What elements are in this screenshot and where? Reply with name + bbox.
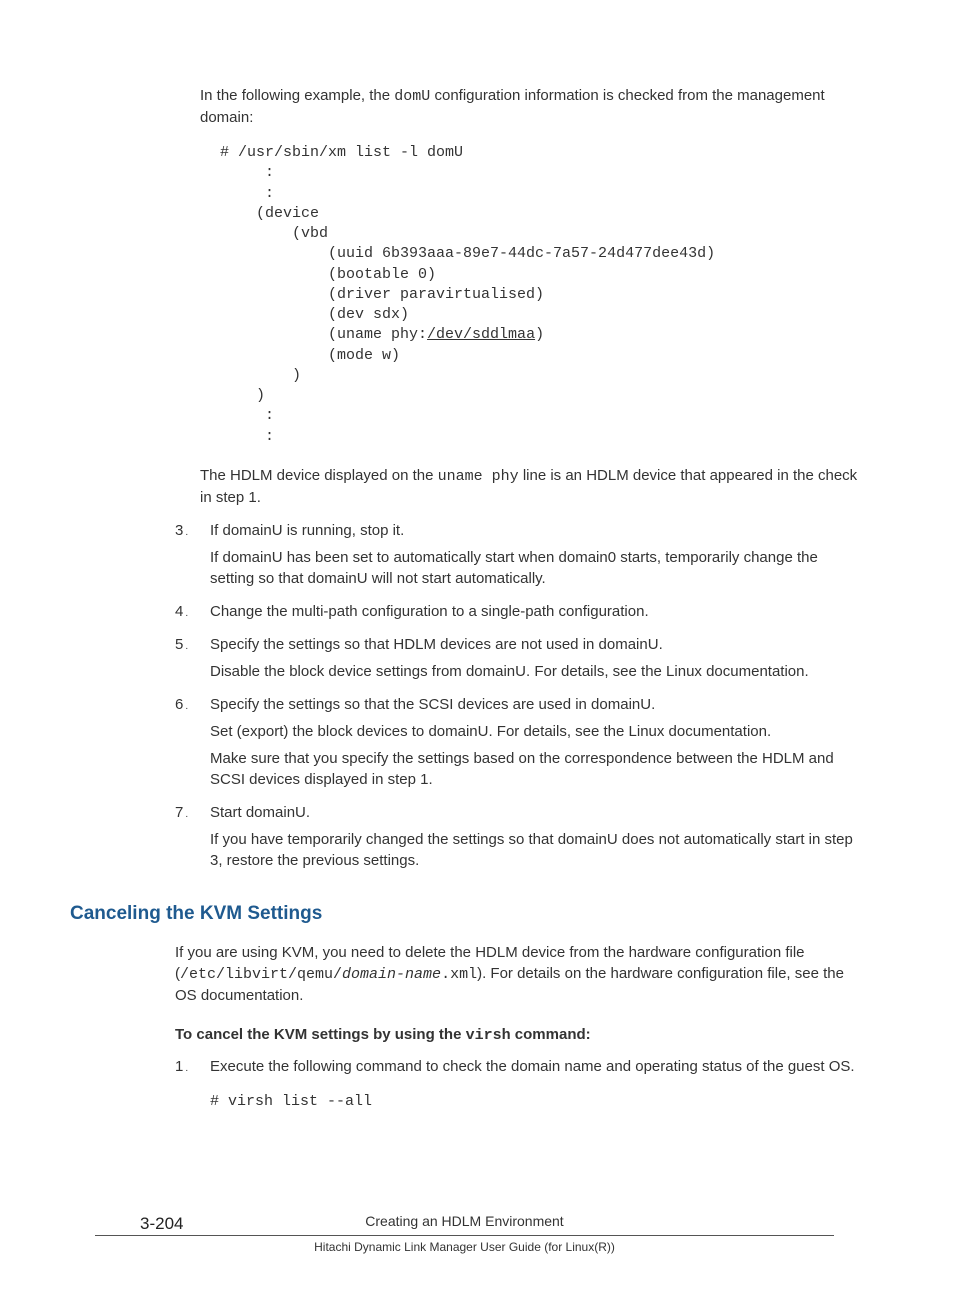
kvm-intro-paragraph: If you are using KVM, you need to delete…: [175, 942, 859, 1006]
step-text: Start domainU.: [210, 802, 859, 823]
text: The HDLM device displayed on the: [200, 467, 438, 484]
step-text: Set (export) the block devices to domain…: [210, 721, 859, 742]
step-text: Specify the settings so that HDLM device…: [210, 634, 859, 655]
text: In the following example, the: [200, 87, 394, 104]
footer: 3-204 Creating an HDLM Environment Hitac…: [70, 1212, 859, 1255]
step-7: 7 Start domainU. If you have temporarily…: [175, 802, 859, 871]
step-text: If domainU is running, stop it.: [210, 520, 859, 541]
step-text: Execute the following command to check t…: [210, 1056, 859, 1077]
text: To cancel the KVM settings by using the: [175, 1026, 466, 1043]
step-number: 4: [175, 601, 188, 622]
footer-subtitle: Hitachi Dynamic Link Manager User Guide …: [70, 1236, 859, 1256]
step-text: If domainU has been set to automatically…: [210, 547, 859, 589]
footer-title: Creating an HDLM Environment: [70, 1212, 859, 1232]
step-number: 7: [175, 802, 188, 823]
step-number: 1: [175, 1056, 188, 1077]
step-text: Disable the block device settings from d…: [210, 661, 859, 682]
step-text: Make sure that you specify the settings …: [210, 748, 859, 790]
step-3: 3 If domainU is running, stop it. If dom…: [175, 520, 859, 589]
step-5: 5 Specify the settings so that HDLM devi…: [175, 634, 859, 682]
inline-code: domU: [394, 88, 430, 105]
inline-code: uname phy: [438, 468, 519, 485]
code-text: # /usr/sbin/xm list -l domU : : (device …: [220, 144, 715, 343]
step-text: Specify the settings so that the SCSI de…: [210, 694, 859, 715]
code-underline-path: /dev/sddlmaa: [427, 326, 535, 343]
after-code-paragraph: The HDLM device displayed on the uname p…: [200, 465, 859, 508]
page-number: 3-204: [140, 1212, 183, 1236]
inline-code-italic: domain-name: [342, 966, 441, 983]
section-heading-kvm: Canceling the KVM Settings: [70, 901, 859, 928]
kvm-step-1: 1 Execute the following command to check…: [175, 1056, 859, 1112]
inline-code: virsh: [466, 1027, 511, 1044]
kvm-steps-list: 1 Execute the following command to check…: [175, 1056, 859, 1112]
step-number: 5: [175, 634, 188, 655]
step-4: 4 Change the multi-path configuration to…: [175, 601, 859, 622]
step-text: Change the multi-path configuration to a…: [210, 601, 859, 622]
step-text: If you have temporarily changed the sett…: [210, 829, 859, 871]
intro-paragraph: In the following example, the domU confi…: [200, 85, 859, 128]
inline-code: .xml: [441, 966, 477, 983]
steps-list: 3 If domainU is running, stop it. If dom…: [175, 520, 859, 871]
step-6: 6 Specify the settings so that the SCSI …: [175, 694, 859, 790]
text: command:: [511, 1026, 591, 1043]
step-number: 3: [175, 520, 188, 541]
code-block-xm-list: # /usr/sbin/xm list -l domU : : (device …: [220, 143, 859, 447]
code-text: ) (mode w) ) ) : :: [220, 326, 544, 444]
code-block-virsh: # virsh list --all: [210, 1091, 859, 1112]
step-number: 6: [175, 694, 188, 715]
kvm-subheading: To cancel the KVM settings by using the …: [175, 1024, 859, 1046]
inline-code: /etc/libvirt/qemu/: [180, 966, 342, 983]
